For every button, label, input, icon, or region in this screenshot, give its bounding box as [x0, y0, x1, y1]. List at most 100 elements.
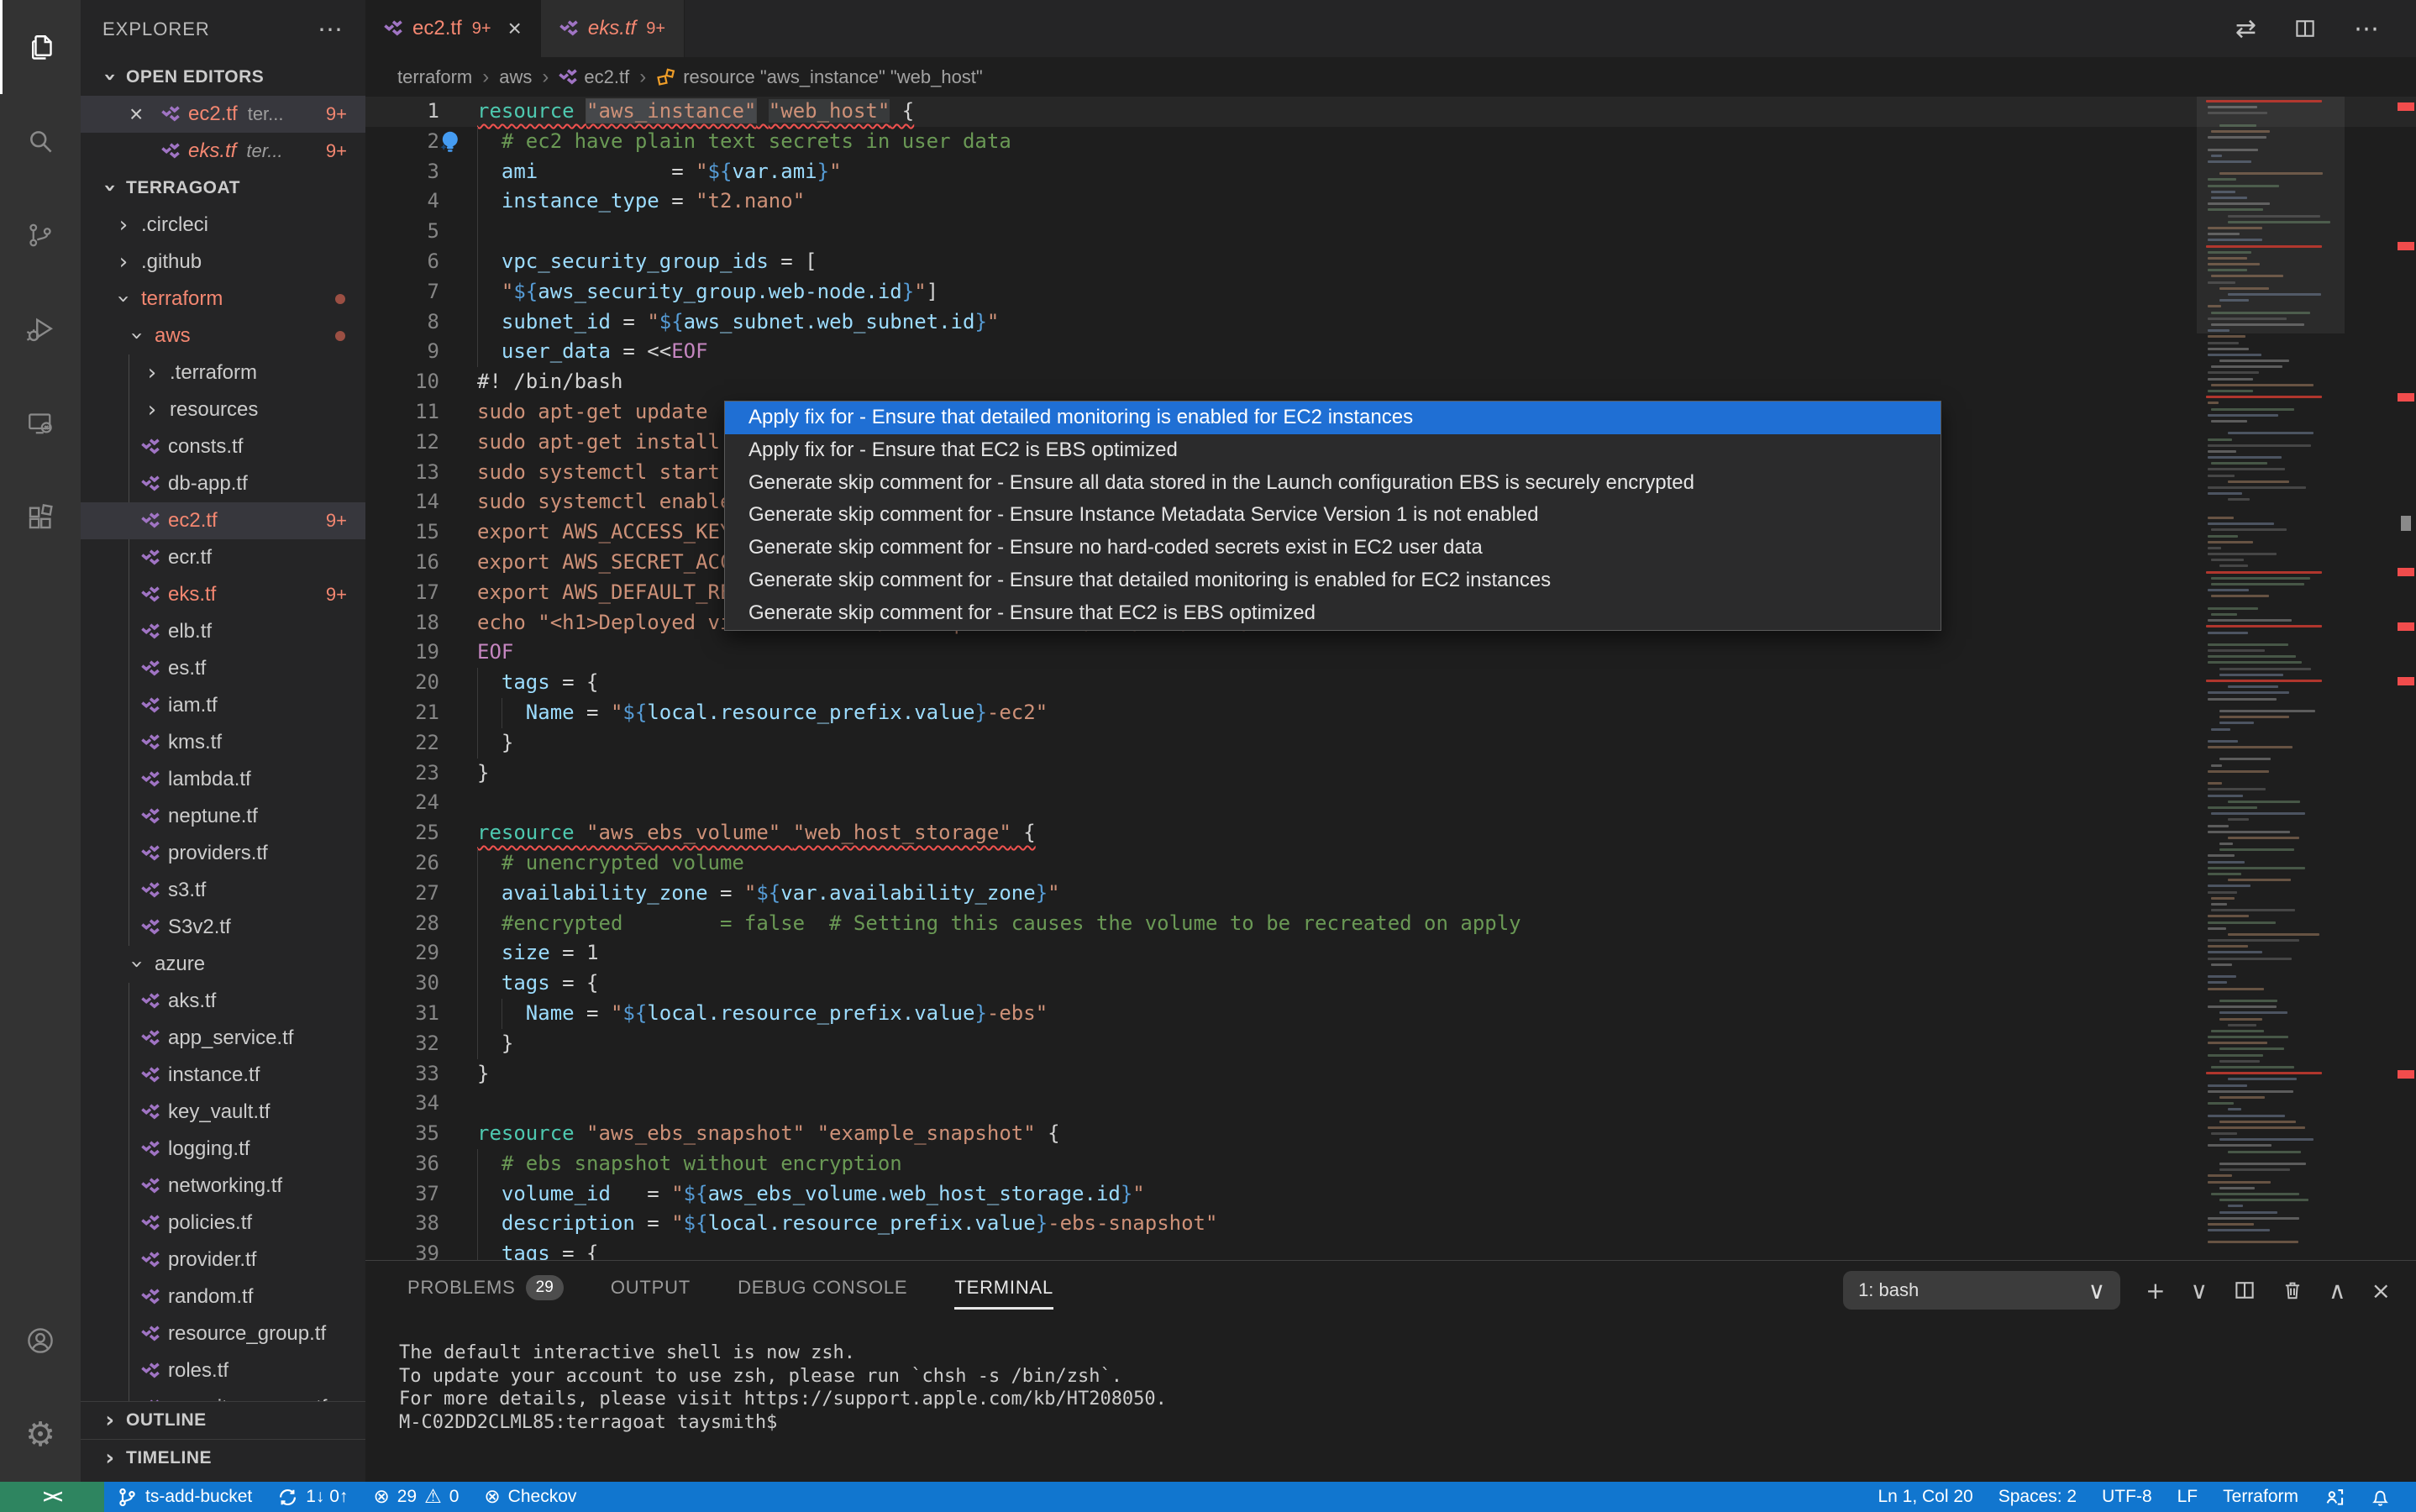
open-editor-ec2.tf[interactable]: ×ec2.tfter...9+	[81, 96, 365, 133]
activity-search[interactable]	[0, 94, 81, 188]
tree-file-elb.tf[interactable]: elb.tf	[81, 613, 365, 650]
code-line[interactable]: 20 tags = {	[365, 668, 2416, 698]
tree-file-aks.tf[interactable]: aks.tf	[81, 983, 365, 1020]
code-line[interactable]: 39 tags = {	[365, 1239, 2416, 1260]
line-number[interactable]: 1	[365, 97, 439, 127]
line-number[interactable]: 9	[365, 337, 439, 367]
maximize-panel-icon[interactable]: ∧	[2329, 1277, 2346, 1305]
tree-folder-aws[interactable]: ›aws	[81, 318, 365, 354]
tree-file-security_groups.tf[interactable]: security_groups.tf	[81, 1389, 365, 1401]
line-number[interactable]: 3	[365, 157, 439, 187]
status-checkov[interactable]: ⊗Checkov	[471, 1482, 589, 1512]
breadcrumb-item[interactable]: ec2.tf	[559, 66, 629, 88]
code-line[interactable]: 5	[365, 217, 2416, 247]
tab-ec2.tf[interactable]: ec2.tf9+×	[365, 0, 541, 57]
code-line[interactable]: 36 # ebs snapshot without encryption	[365, 1149, 2416, 1179]
status-feedback[interactable]	[2311, 1482, 2358, 1512]
line-number[interactable]: 23	[365, 759, 439, 789]
code-line[interactable]: 2 # ec2 have plain text secrets in user …	[365, 127, 2416, 157]
line-number[interactable]: 36	[365, 1149, 439, 1179]
activity-remote-explorer[interactable]	[0, 376, 81, 470]
line-number[interactable]: 37	[365, 1179, 439, 1210]
tree-file-lambda.tf[interactable]: lambda.tf	[81, 761, 365, 798]
status-encoding[interactable]: UTF-8	[2089, 1482, 2165, 1512]
tree-file-instance.tf[interactable]: instance.tf	[81, 1057, 365, 1094]
remote-indicator[interactable]: ><	[0, 1482, 104, 1512]
new-terminal-icon[interactable]: +	[2146, 1277, 2165, 1305]
terminal-select[interactable]: 1: bash∨	[1843, 1271, 2120, 1310]
code-line[interactable]: 32 }	[365, 1029, 2416, 1059]
tree-file-policies.tf[interactable]: policies.tf	[81, 1205, 365, 1242]
code-line[interactable]: 28 #encrypted = false # Setting this cau…	[365, 909, 2416, 939]
line-number[interactable]: 35	[365, 1119, 439, 1149]
quickfix-item[interactable]: Generate skip comment for - Ensure that …	[725, 597, 1941, 630]
code-line[interactable]: 38 description = "${local.resource_prefi…	[365, 1209, 2416, 1239]
line-number[interactable]: 2	[365, 127, 439, 157]
line-number[interactable]: 16	[365, 548, 439, 578]
line-number[interactable]: 26	[365, 848, 439, 879]
status-cursor-position[interactable]: Ln 1, Col 20	[1865, 1482, 1985, 1512]
line-number[interactable]: 7	[365, 277, 439, 307]
line-number[interactable]: 33	[365, 1059, 439, 1089]
code-line[interactable]: 33}	[365, 1059, 2416, 1089]
tree-file-es.tf[interactable]: es.tf	[81, 650, 365, 687]
code-line[interactable]: 22 }	[365, 728, 2416, 759]
code-line[interactable]: 26 # unencrypted volume	[365, 848, 2416, 879]
line-number[interactable]: 32	[365, 1029, 439, 1059]
code-line[interactable]: 34	[365, 1089, 2416, 1119]
code-line[interactable]: 1resource "aws_instance" "web_host" {	[365, 97, 2416, 127]
line-number[interactable]: 27	[365, 879, 439, 909]
line-number[interactable]: 24	[365, 788, 439, 818]
line-number[interactable]: 8	[365, 307, 439, 338]
line-number[interactable]: 39	[365, 1239, 439, 1260]
split-terminal-icon[interactable]	[2233, 1278, 2256, 1302]
tree-file-resource_group.tf[interactable]: resource_group.tf	[81, 1315, 365, 1352]
tree-file-eks.tf[interactable]: eks.tf9+	[81, 576, 365, 613]
tree-file-S3v2.tf[interactable]: S3v2.tf	[81, 909, 365, 946]
line-number[interactable]: 17	[365, 578, 439, 608]
tree-file-random.tf[interactable]: random.tf	[81, 1278, 365, 1315]
terminal-dropdown-icon[interactable]: ∨	[2191, 1277, 2209, 1305]
more-actions-icon[interactable]: ⋯	[2354, 14, 2379, 44]
line-number[interactable]: 31	[365, 999, 439, 1029]
open-editor-eks.tf[interactable]: eks.tfter...9+	[81, 133, 365, 170]
tree-file-key_vault.tf[interactable]: key_vault.tf	[81, 1094, 365, 1131]
line-number[interactable]: 5	[365, 217, 439, 247]
code-line[interactable]: 19EOF	[365, 638, 2416, 668]
minimap[interactable]	[2206, 100, 2332, 1247]
activity-extensions[interactable]	[0, 470, 81, 564]
breadcrumb-item[interactable]: aws	[499, 66, 532, 88]
activity-run-and-debug[interactable]	[0, 282, 81, 376]
activity-settings[interactable]: ⚙	[0, 1388, 81, 1482]
code-line[interactable]: 27 availability_zone = "${var.availabili…	[365, 879, 2416, 909]
tree-folder-.terraform[interactable]: ›.terraform	[81, 354, 365, 391]
line-number[interactable]: 14	[365, 487, 439, 517]
status-branch[interactable]: ts-add-bucket	[104, 1482, 265, 1512]
activity-accounts[interactable]	[0, 1294, 81, 1388]
line-number[interactable]: 20	[365, 668, 439, 698]
line-number[interactable]: 19	[365, 638, 439, 668]
close-icon[interactable]: ×	[508, 15, 522, 42]
terminal-output[interactable]: The default interactive shell is now zsh…	[399, 1341, 1167, 1434]
quickfix-item[interactable]: Apply fix for - Ensure that detailed mon…	[725, 402, 1941, 434]
line-number[interactable]: 15	[365, 517, 439, 548]
line-number[interactable]: 18	[365, 608, 439, 638]
code-line[interactable]: 31 Name = "${local.resource_prefix.value…	[365, 999, 2416, 1029]
breadcrumb-item[interactable]: resource "aws_instance" "web_host"	[656, 66, 983, 88]
line-number[interactable]: 29	[365, 938, 439, 969]
status-eol[interactable]: LF	[2165, 1482, 2211, 1512]
tree-file-kms.tf[interactable]: kms.tf	[81, 724, 365, 761]
code-line[interactable]: 9 user_data = <<EOF	[365, 337, 2416, 367]
activity-explorer[interactable]	[0, 0, 81, 94]
quickfix-item[interactable]: Generate skip comment for - Ensure that …	[725, 564, 1941, 597]
tree-file-roles.tf[interactable]: roles.tf	[81, 1352, 365, 1389]
code-line[interactable]: 37 volume_id = "${aws_ebs_volume.web_hos…	[365, 1179, 2416, 1210]
quickfix-item[interactable]: Generate skip comment for - Ensure Insta…	[725, 499, 1941, 532]
tree-file-networking.tf[interactable]: networking.tf	[81, 1168, 365, 1205]
quickfix-item[interactable]: Generate skip comment for - Ensure all d…	[725, 467, 1941, 500]
tree-file-ecr.tf[interactable]: ecr.tf	[81, 539, 365, 576]
tree-file-provider.tf[interactable]: provider.tf	[81, 1242, 365, 1278]
line-number[interactable]: 21	[365, 698, 439, 728]
tree-folder-.github[interactable]: ›.github	[81, 244, 365, 281]
line-number[interactable]: 11	[365, 397, 439, 428]
